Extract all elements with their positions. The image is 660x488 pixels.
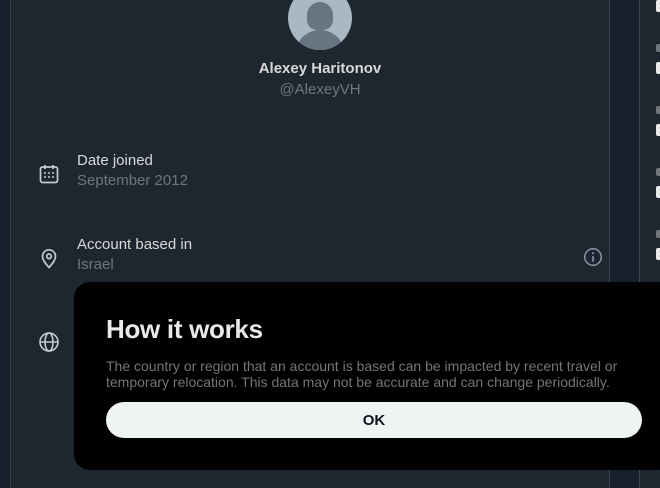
avatar[interactable]	[288, 0, 352, 50]
globe-icon	[39, 332, 59, 352]
ok-button[interactable]: OK	[106, 402, 642, 438]
date-joined-value: September 2012	[77, 172, 188, 189]
calendar-icon	[39, 165, 59, 184]
date-joined-label: Date joined	[77, 152, 153, 169]
profile-handle: @AlexeyVH	[279, 81, 361, 98]
location-pin-icon	[41, 248, 57, 269]
how-it-works-dialog: How it works The country or region that …	[74, 282, 660, 470]
sidebar-truncated-text	[656, 0, 660, 12]
date-joined-row: Date joined September 2012	[37, 152, 607, 196]
account-based-label: Account based in	[77, 236, 193, 253]
profile-name: Alexey Haritonov	[258, 60, 382, 77]
dialog-text: The country or region that an account is…	[106, 358, 618, 390]
account-based-row: Account based in Israel	[37, 236, 607, 280]
dialog-title: How it works	[106, 314, 263, 344]
account-based-value: Israel	[77, 256, 114, 273]
info-icon[interactable]	[582, 246, 604, 268]
